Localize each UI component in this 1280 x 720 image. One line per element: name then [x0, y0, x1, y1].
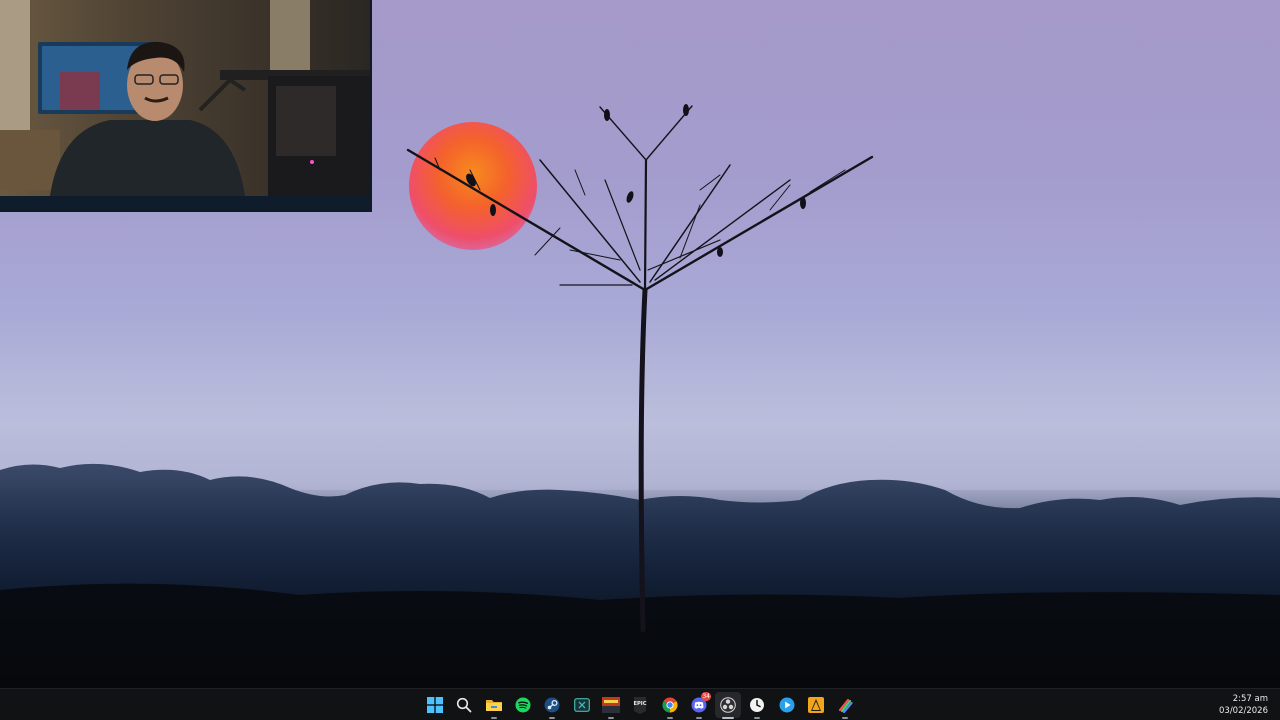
- windows-logo-icon: [427, 697, 444, 713]
- clock-icon: [750, 698, 765, 712]
- cone-app-button[interactable]: [803, 692, 829, 718]
- cone-icon: [808, 697, 824, 713]
- file-explorer-button[interactable]: [481, 692, 507, 719]
- system-clock[interactable]: 2:57 am 03/02/2026: [1219, 693, 1268, 717]
- brush-icon: [839, 698, 853, 713]
- start-button[interactable]: [422, 692, 448, 718]
- epic-games-icon: EPIC: [634, 696, 647, 714]
- running-indicator: [666, 717, 673, 719]
- epic-label: EPIC: [634, 701, 647, 707]
- search-icon: [457, 697, 472, 713]
- spotify-button[interactable]: [510, 692, 536, 718]
- running-indicator: [607, 717, 614, 719]
- running-indicator: [754, 717, 761, 719]
- steam-icon: [544, 697, 560, 713]
- webcam-feed: [0, 0, 370, 210]
- epic-games-button[interactable]: EPIC: [627, 692, 653, 718]
- discord-notification-badge: 34: [701, 692, 711, 701]
- chrome-icon: [662, 697, 678, 713]
- clock-app-button[interactable]: [744, 692, 770, 719]
- running-indicator: [549, 717, 556, 719]
- discord-button[interactable]: 34: [686, 692, 712, 719]
- steam-button[interactable]: [539, 692, 565, 719]
- spotify-icon: [515, 697, 531, 713]
- xbox-icon: [573, 698, 590, 712]
- folder-icon: [485, 700, 502, 711]
- clock-date: 03/02/2026: [1219, 706, 1268, 716]
- webcam-overlay: [0, 0, 372, 212]
- taskbar: EPIC 34 2:57 am 03/02/2026: [0, 688, 1280, 720]
- clock-time: 2:57 am: [1232, 694, 1268, 704]
- media-app-button[interactable]: [774, 692, 800, 718]
- running-indicator: [842, 717, 849, 719]
- obs-button[interactable]: [714, 692, 742, 719]
- running-indicator: [695, 717, 702, 719]
- obs-icon: [720, 697, 736, 713]
- xbox-button[interactable]: [568, 692, 594, 718]
- chrome-button[interactable]: [656, 692, 682, 719]
- running-indicator: [490, 717, 497, 719]
- paint-app-button[interactable]: [832, 692, 858, 719]
- taskbar-pinned-apps: EPIC 34: [422, 692, 858, 719]
- game-cover-icon: [601, 697, 620, 713]
- running-indicator: [722, 717, 735, 719]
- play-icon: [779, 697, 795, 713]
- search-button[interactable]: [451, 692, 477, 718]
- game-app-button[interactable]: [598, 692, 624, 719]
